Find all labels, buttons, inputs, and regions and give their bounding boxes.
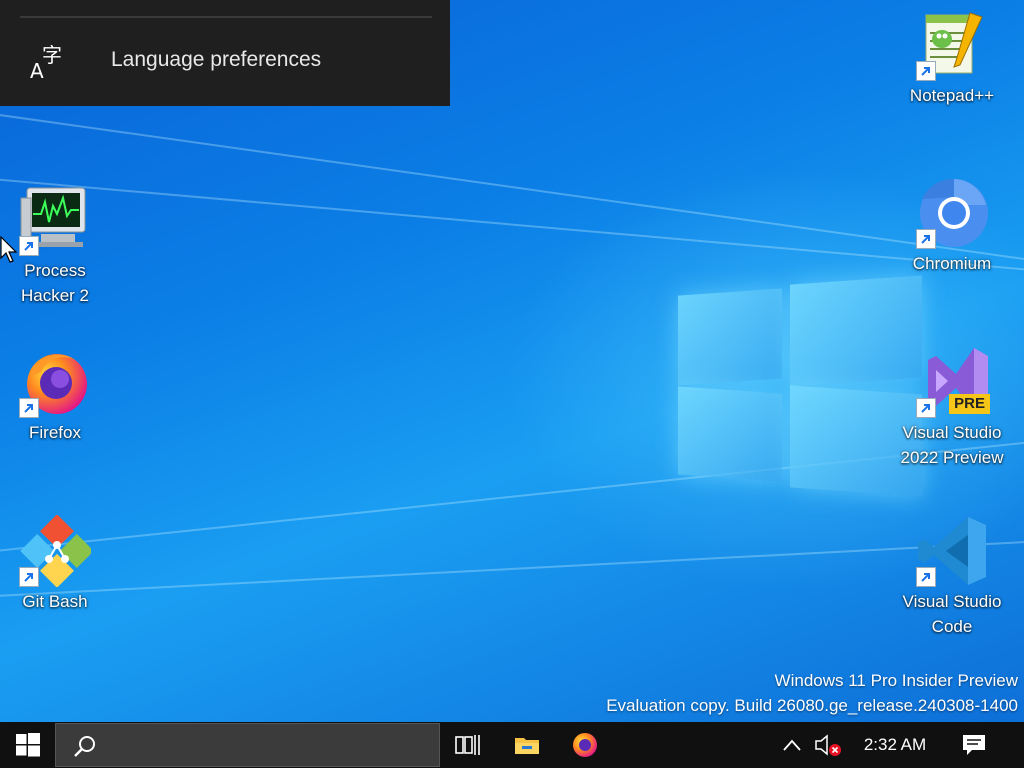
taskbar: 2:32 AM [0, 722, 1024, 768]
wallpaper-beam [0, 531, 1024, 602]
show-hidden-icons-button[interactable] [778, 722, 806, 768]
chromium-icon [916, 177, 988, 249]
file-explorer-button[interactable] [503, 722, 551, 768]
shortcut-arrow-icon [19, 398, 39, 418]
watermark-build: Evaluation copy. Build 26080.ge_release.… [606, 696, 1018, 715]
git-bash-icon [19, 514, 94, 588]
visual-studio-preview-icon: PRE [916, 346, 990, 418]
vscode-icon [916, 515, 988, 587]
desktop: Process Hacker 2 Firefox Git Bash Notepa… [0, 0, 1024, 722]
search-icon [74, 736, 95, 757]
desktop-icon-firefox[interactable]: Firefox [0, 346, 110, 445]
task-view-button[interactable] [444, 722, 492, 768]
shortcut-arrow-icon [19, 236, 39, 256]
desktop-icon-git-bash[interactable]: Git Bash [0, 514, 110, 614]
desktop-icon-label: Notepad++ [909, 86, 995, 105]
preview-badge: PRE [949, 394, 990, 414]
action-center-icon [963, 735, 985, 755]
windows-start-icon [15, 733, 40, 757]
taskbar-search-box[interactable] [55, 723, 440, 767]
desktop-icon-label: Firefox [29, 423, 81, 442]
start-flyout-menu: A 字 Language preferences [0, 0, 450, 106]
windows-logo-wallpaper [678, 262, 928, 512]
process-hacker-icon [19, 184, 91, 256]
shortcut-arrow-icon [916, 398, 936, 418]
firefox-icon [573, 733, 597, 757]
shortcut-arrow-icon [19, 567, 39, 587]
desktop-icon-chromium[interactable]: Chromium [897, 177, 1007, 276]
start-button[interactable] [0, 722, 55, 768]
desktop-icon-label: Hacker 2 [20, 286, 90, 305]
action-center-button[interactable] [950, 722, 998, 768]
menu-item-label: Language preferences [111, 48, 322, 71]
desktop-icon-vscode[interactable]: Visual Studio Code [897, 515, 1007, 639]
desktop-icon-label: Git Bash [22, 592, 88, 611]
mouse-cursor-icon [0, 235, 18, 269]
firefox-icon [19, 346, 91, 418]
desktop-icon-visual-studio-preview[interactable]: PRE Visual Studio 2022 Preview [897, 346, 1007, 470]
file-explorer-icon [515, 738, 539, 754]
desktop-icon-notepad-plus-plus[interactable]: Notepad++ [897, 9, 1007, 108]
desktop-icon-label: Code [931, 617, 973, 636]
build-watermark: Windows 11 Pro Insider Preview Evaluatio… [606, 668, 1018, 718]
show-hidden-icons-icon [783, 739, 801, 751]
clock-time: 2:32 AM [863, 735, 927, 754]
watermark-edition: Windows 11 Pro Insider Preview [774, 671, 1018, 690]
shortcut-arrow-icon [916, 567, 936, 587]
firefox-taskbar-button[interactable] [561, 722, 609, 768]
desktop-icon-label: 2022 Preview [900, 448, 1004, 467]
menu-separator [20, 16, 432, 18]
shortcut-arrow-icon [916, 229, 936, 249]
language-icon: A 字 [30, 42, 66, 83]
volume-button[interactable] [812, 722, 844, 768]
task-view-icon [455, 735, 480, 755]
menu-item-language-preferences[interactable]: A 字 Language preferences [0, 26, 450, 96]
desktop-icon-label: Visual Studio [902, 423, 1002, 442]
desktop-icon-label: Visual Studio [902, 592, 1002, 611]
desktop-icon-label: Chromium [912, 254, 992, 273]
notepad-plus-plus-icon [916, 9, 988, 81]
shortcut-arrow-icon [916, 61, 936, 81]
volume-muted-icon [815, 734, 841, 756]
taskbar-clock[interactable]: 2:32 AM [855, 722, 935, 768]
svg-text:字: 字 [42, 43, 62, 67]
